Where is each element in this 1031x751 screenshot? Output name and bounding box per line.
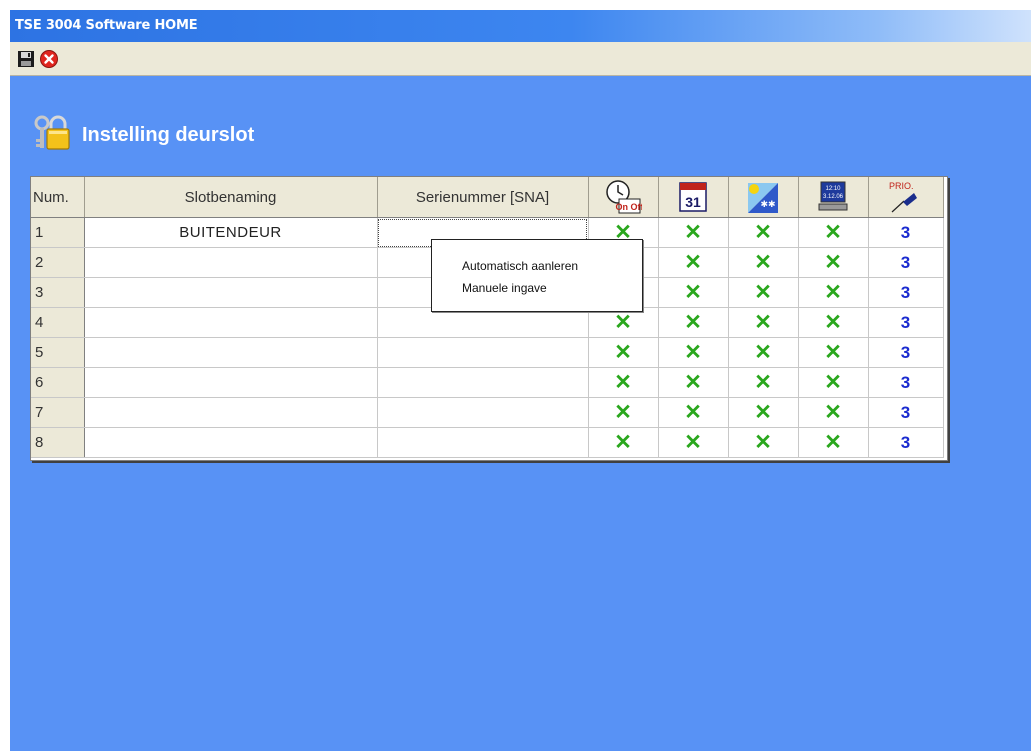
table-row[interactable]: 8 ✕ ✕ ✕ ✕ 3 bbox=[31, 427, 944, 458]
page-title: Instelling deurslot bbox=[82, 124, 255, 146]
priority-cell[interactable]: 3 bbox=[868, 367, 944, 398]
svg-text:12:10: 12:10 bbox=[825, 186, 841, 192]
save-button[interactable] bbox=[16, 49, 36, 69]
table-row[interactable]: 5 ✕ ✕ ✕ ✕ 3 bbox=[31, 337, 944, 368]
priority-cell[interactable]: 3 bbox=[868, 307, 944, 338]
time-switch-cell[interactable]: ✕ bbox=[588, 427, 659, 458]
computer-clock-icon: 12:10 3.12.06 bbox=[818, 181, 848, 211]
lock-name-cell[interactable] bbox=[84, 277, 378, 308]
priority-pen-icon: PRIO. bbox=[889, 181, 917, 213]
season-cell[interactable]: ✕ bbox=[728, 397, 799, 428]
calendar-cell[interactable]: ✕ bbox=[658, 247, 729, 278]
row-number[interactable]: 7 bbox=[31, 397, 85, 428]
row-number[interactable]: 2 bbox=[31, 247, 85, 278]
toolbar bbox=[10, 42, 1031, 76]
lock-settings-table: Num. Slotbenaming Serienummer [SNA] On O… bbox=[30, 176, 948, 461]
calendar-31-icon: 31 bbox=[679, 182, 707, 212]
system-time-cell[interactable]: ✕ bbox=[798, 307, 869, 338]
season-cell[interactable]: ✕ bbox=[728, 277, 799, 308]
time-switch-cell[interactable]: ✕ bbox=[588, 307, 659, 338]
column-header-time-switch[interactable]: On Off bbox=[588, 177, 659, 218]
serial-number-cell[interactable] bbox=[377, 427, 589, 458]
table-row[interactable]: 7 ✕ ✕ ✕ ✕ 3 bbox=[31, 397, 944, 428]
floppy-disk-icon bbox=[18, 51, 34, 67]
system-time-cell[interactable]: ✕ bbox=[798, 247, 869, 278]
column-header-priority[interactable]: PRIO. bbox=[868, 177, 944, 218]
lock-name-cell[interactable] bbox=[84, 307, 378, 338]
menu-item-manuele-ingave[interactable]: Manuele ingave bbox=[462, 281, 547, 295]
priority-cell[interactable]: 3 bbox=[868, 427, 944, 458]
calendar-cell[interactable]: ✕ bbox=[658, 397, 729, 428]
column-header-slotbenaming[interactable]: Slotbenaming bbox=[84, 177, 378, 218]
context-menu: Automatisch aanleren Manuele ingave bbox=[431, 239, 643, 312]
priority-cell[interactable]: 3 bbox=[868, 247, 944, 278]
season-cell[interactable]: ✕ bbox=[728, 367, 799, 398]
column-header-num[interactable]: Num. bbox=[31, 177, 85, 218]
row-number[interactable]: 8 bbox=[31, 427, 85, 458]
clock-on-off-icon: On Off bbox=[606, 180, 643, 214]
system-time-cell[interactable]: ✕ bbox=[798, 337, 869, 368]
priority-cell[interactable]: 3 bbox=[868, 337, 944, 368]
season-cell[interactable]: ✕ bbox=[728, 307, 799, 338]
column-header-system-time[interactable]: 12:10 3.12.06 bbox=[798, 177, 869, 218]
season-cell[interactable]: ✕ bbox=[728, 217, 799, 248]
sun-snow-icon: ✱✱ bbox=[748, 183, 778, 213]
serial-number-cell[interactable] bbox=[377, 307, 589, 338]
row-number[interactable]: 1 bbox=[31, 217, 85, 248]
column-header-calendar[interactable]: 31 bbox=[658, 177, 729, 218]
row-number[interactable]: 5 bbox=[31, 337, 85, 368]
priority-cell[interactable]: 3 bbox=[868, 397, 944, 428]
svg-text:3.12.06: 3.12.06 bbox=[823, 194, 844, 200]
serial-number-cell[interactable] bbox=[377, 337, 589, 368]
window-title: TSE 3004 Software HOME bbox=[15, 18, 198, 33]
lock-name-cell[interactable] bbox=[84, 337, 378, 368]
lock-name-cell[interactable] bbox=[84, 397, 378, 428]
title-bar[interactable]: TSE 3004 Software HOME bbox=[10, 10, 1031, 42]
season-cell[interactable]: ✕ bbox=[728, 247, 799, 278]
lock-name-cell[interactable] bbox=[84, 367, 378, 398]
system-time-cell[interactable]: ✕ bbox=[798, 277, 869, 308]
column-header-serienummer[interactable]: Serienummer [SNA] bbox=[377, 177, 589, 218]
app-window: TSE 3004 Software HOME Instelling deursl… bbox=[10, 10, 1031, 751]
row-number[interactable]: 3 bbox=[31, 277, 85, 308]
close-button[interactable] bbox=[39, 49, 59, 69]
time-switch-cell[interactable]: ✕ bbox=[588, 367, 659, 398]
table-row[interactable]: 6 ✕ ✕ ✕ ✕ 3 bbox=[31, 367, 944, 398]
calendar-cell[interactable]: ✕ bbox=[658, 337, 729, 368]
season-cell[interactable]: ✕ bbox=[728, 427, 799, 458]
column-header-season[interactable]: ✱✱ bbox=[728, 177, 799, 218]
system-time-cell[interactable]: ✕ bbox=[798, 397, 869, 428]
menu-item-automatisch-aanleren[interactable]: Automatisch aanleren bbox=[462, 259, 578, 273]
lock-name-cell[interactable] bbox=[84, 247, 378, 278]
serial-number-cell[interactable] bbox=[377, 367, 589, 398]
system-time-cell[interactable]: ✕ bbox=[798, 217, 869, 248]
table-row[interactable]: 4 ✕ ✕ ✕ ✕ 3 bbox=[31, 307, 944, 338]
calendar-cell[interactable]: ✕ bbox=[658, 217, 729, 248]
time-switch-cell[interactable]: ✕ bbox=[588, 337, 659, 368]
svg-text:On Off: On Off bbox=[616, 202, 643, 212]
calendar-cell[interactable]: ✕ bbox=[658, 277, 729, 308]
keys-padlock-icon bbox=[34, 115, 70, 150]
priority-cell[interactable]: 3 bbox=[868, 217, 944, 248]
svg-text:PRIO.: PRIO. bbox=[889, 181, 914, 191]
priority-cell[interactable]: 3 bbox=[868, 277, 944, 308]
lock-name-cell[interactable] bbox=[84, 427, 378, 458]
serial-number-cell[interactable] bbox=[377, 397, 589, 428]
red-close-icon bbox=[40, 50, 58, 68]
calendar-cell[interactable]: ✕ bbox=[658, 307, 729, 338]
calendar-cell[interactable]: ✕ bbox=[658, 427, 729, 458]
svg-text:31: 31 bbox=[685, 194, 701, 210]
row-number[interactable]: 6 bbox=[31, 367, 85, 398]
time-switch-cell[interactable]: ✕ bbox=[588, 397, 659, 428]
season-cell[interactable]: ✕ bbox=[728, 337, 799, 368]
system-time-cell[interactable]: ✕ bbox=[798, 427, 869, 458]
calendar-cell[interactable]: ✕ bbox=[658, 367, 729, 398]
system-time-cell[interactable]: ✕ bbox=[798, 367, 869, 398]
lock-name-cell[interactable]: BUITENDEUR bbox=[84, 217, 378, 248]
svg-text:✱✱: ✱✱ bbox=[760, 200, 775, 210]
row-number[interactable]: 4 bbox=[31, 307, 85, 338]
table-header-row: Num. Slotbenaming Serienummer [SNA] On O… bbox=[31, 177, 944, 218]
